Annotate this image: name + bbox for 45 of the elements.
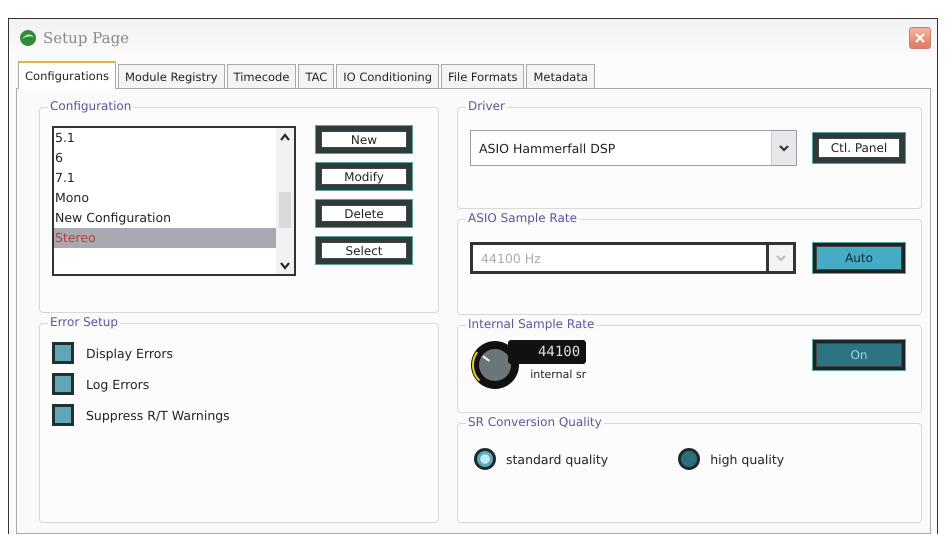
tab[interactable]: Module Registry bbox=[118, 64, 225, 88]
radio-label: high quality bbox=[710, 452, 784, 466]
tab[interactable]: File Formats bbox=[441, 64, 524, 88]
group-title: ASIO Sample Rate bbox=[466, 211, 579, 225]
checkbox-label: Suppress R/T Warnings bbox=[86, 408, 230, 422]
configuration-list[interactable]: 5.1 6 7.1 Mono New Configuration Stereo bbox=[52, 126, 296, 276]
button[interactable]: Modify bbox=[316, 163, 412, 190]
checkbox-label: Display Errors bbox=[86, 346, 174, 360]
button[interactable]: New bbox=[316, 126, 412, 153]
chevron-down-icon bbox=[778, 143, 790, 153]
close-icon bbox=[914, 32, 926, 44]
group-title: SR Conversion Quality bbox=[466, 415, 604, 429]
radio-button[interactable] bbox=[474, 448, 496, 470]
driver-dropdown[interactable]: ASIO Hammerfall DSP bbox=[470, 130, 797, 166]
group-title: Driver bbox=[466, 99, 507, 113]
tab[interactable]: Timecode bbox=[226, 64, 296, 88]
sample-rate-display: 44100 bbox=[508, 340, 586, 364]
list-item[interactable]: 7.1 bbox=[54, 168, 276, 188]
tab[interactable]: IO Conditioning bbox=[336, 64, 440, 88]
scrollbar[interactable] bbox=[276, 128, 294, 274]
tab[interactable]: Metadata bbox=[526, 64, 595, 88]
knob-caption: internal sr bbox=[530, 367, 586, 383]
checkbox[interactable] bbox=[52, 342, 74, 364]
scroll-up-icon bbox=[278, 131, 292, 143]
checkbox-label: Log Errors bbox=[86, 376, 150, 392]
radio-button[interactable] bbox=[678, 448, 700, 470]
checkbox[interactable] bbox=[52, 404, 74, 426]
app-logo-icon bbox=[19, 29, 37, 47]
window-title: Setup Page bbox=[43, 29, 130, 47]
tab[interactable]: Configurations bbox=[18, 61, 116, 89]
list-item[interactable]: 6 bbox=[54, 148, 276, 168]
button[interactable]: Select bbox=[316, 237, 412, 264]
list-item[interactable]: 5.1 bbox=[54, 128, 276, 148]
group-title: Error Setup bbox=[48, 315, 120, 329]
tab[interactable]: TAC bbox=[298, 64, 334, 88]
radio-label: standard quality bbox=[506, 452, 608, 466]
close-button[interactable] bbox=[909, 27, 931, 49]
group-title: Internal Sample Rate bbox=[466, 317, 596, 331]
group-title: Configuration bbox=[48, 99, 134, 113]
checkbox[interactable] bbox=[52, 373, 74, 395]
list-item[interactable]: New Configuration bbox=[54, 208, 276, 228]
button[interactable]: Delete bbox=[316, 200, 412, 227]
chevron-down-icon bbox=[775, 253, 787, 263]
button[interactable]: Ctl. Panel bbox=[813, 133, 905, 163]
list-item[interactable]: Mono bbox=[54, 188, 276, 208]
